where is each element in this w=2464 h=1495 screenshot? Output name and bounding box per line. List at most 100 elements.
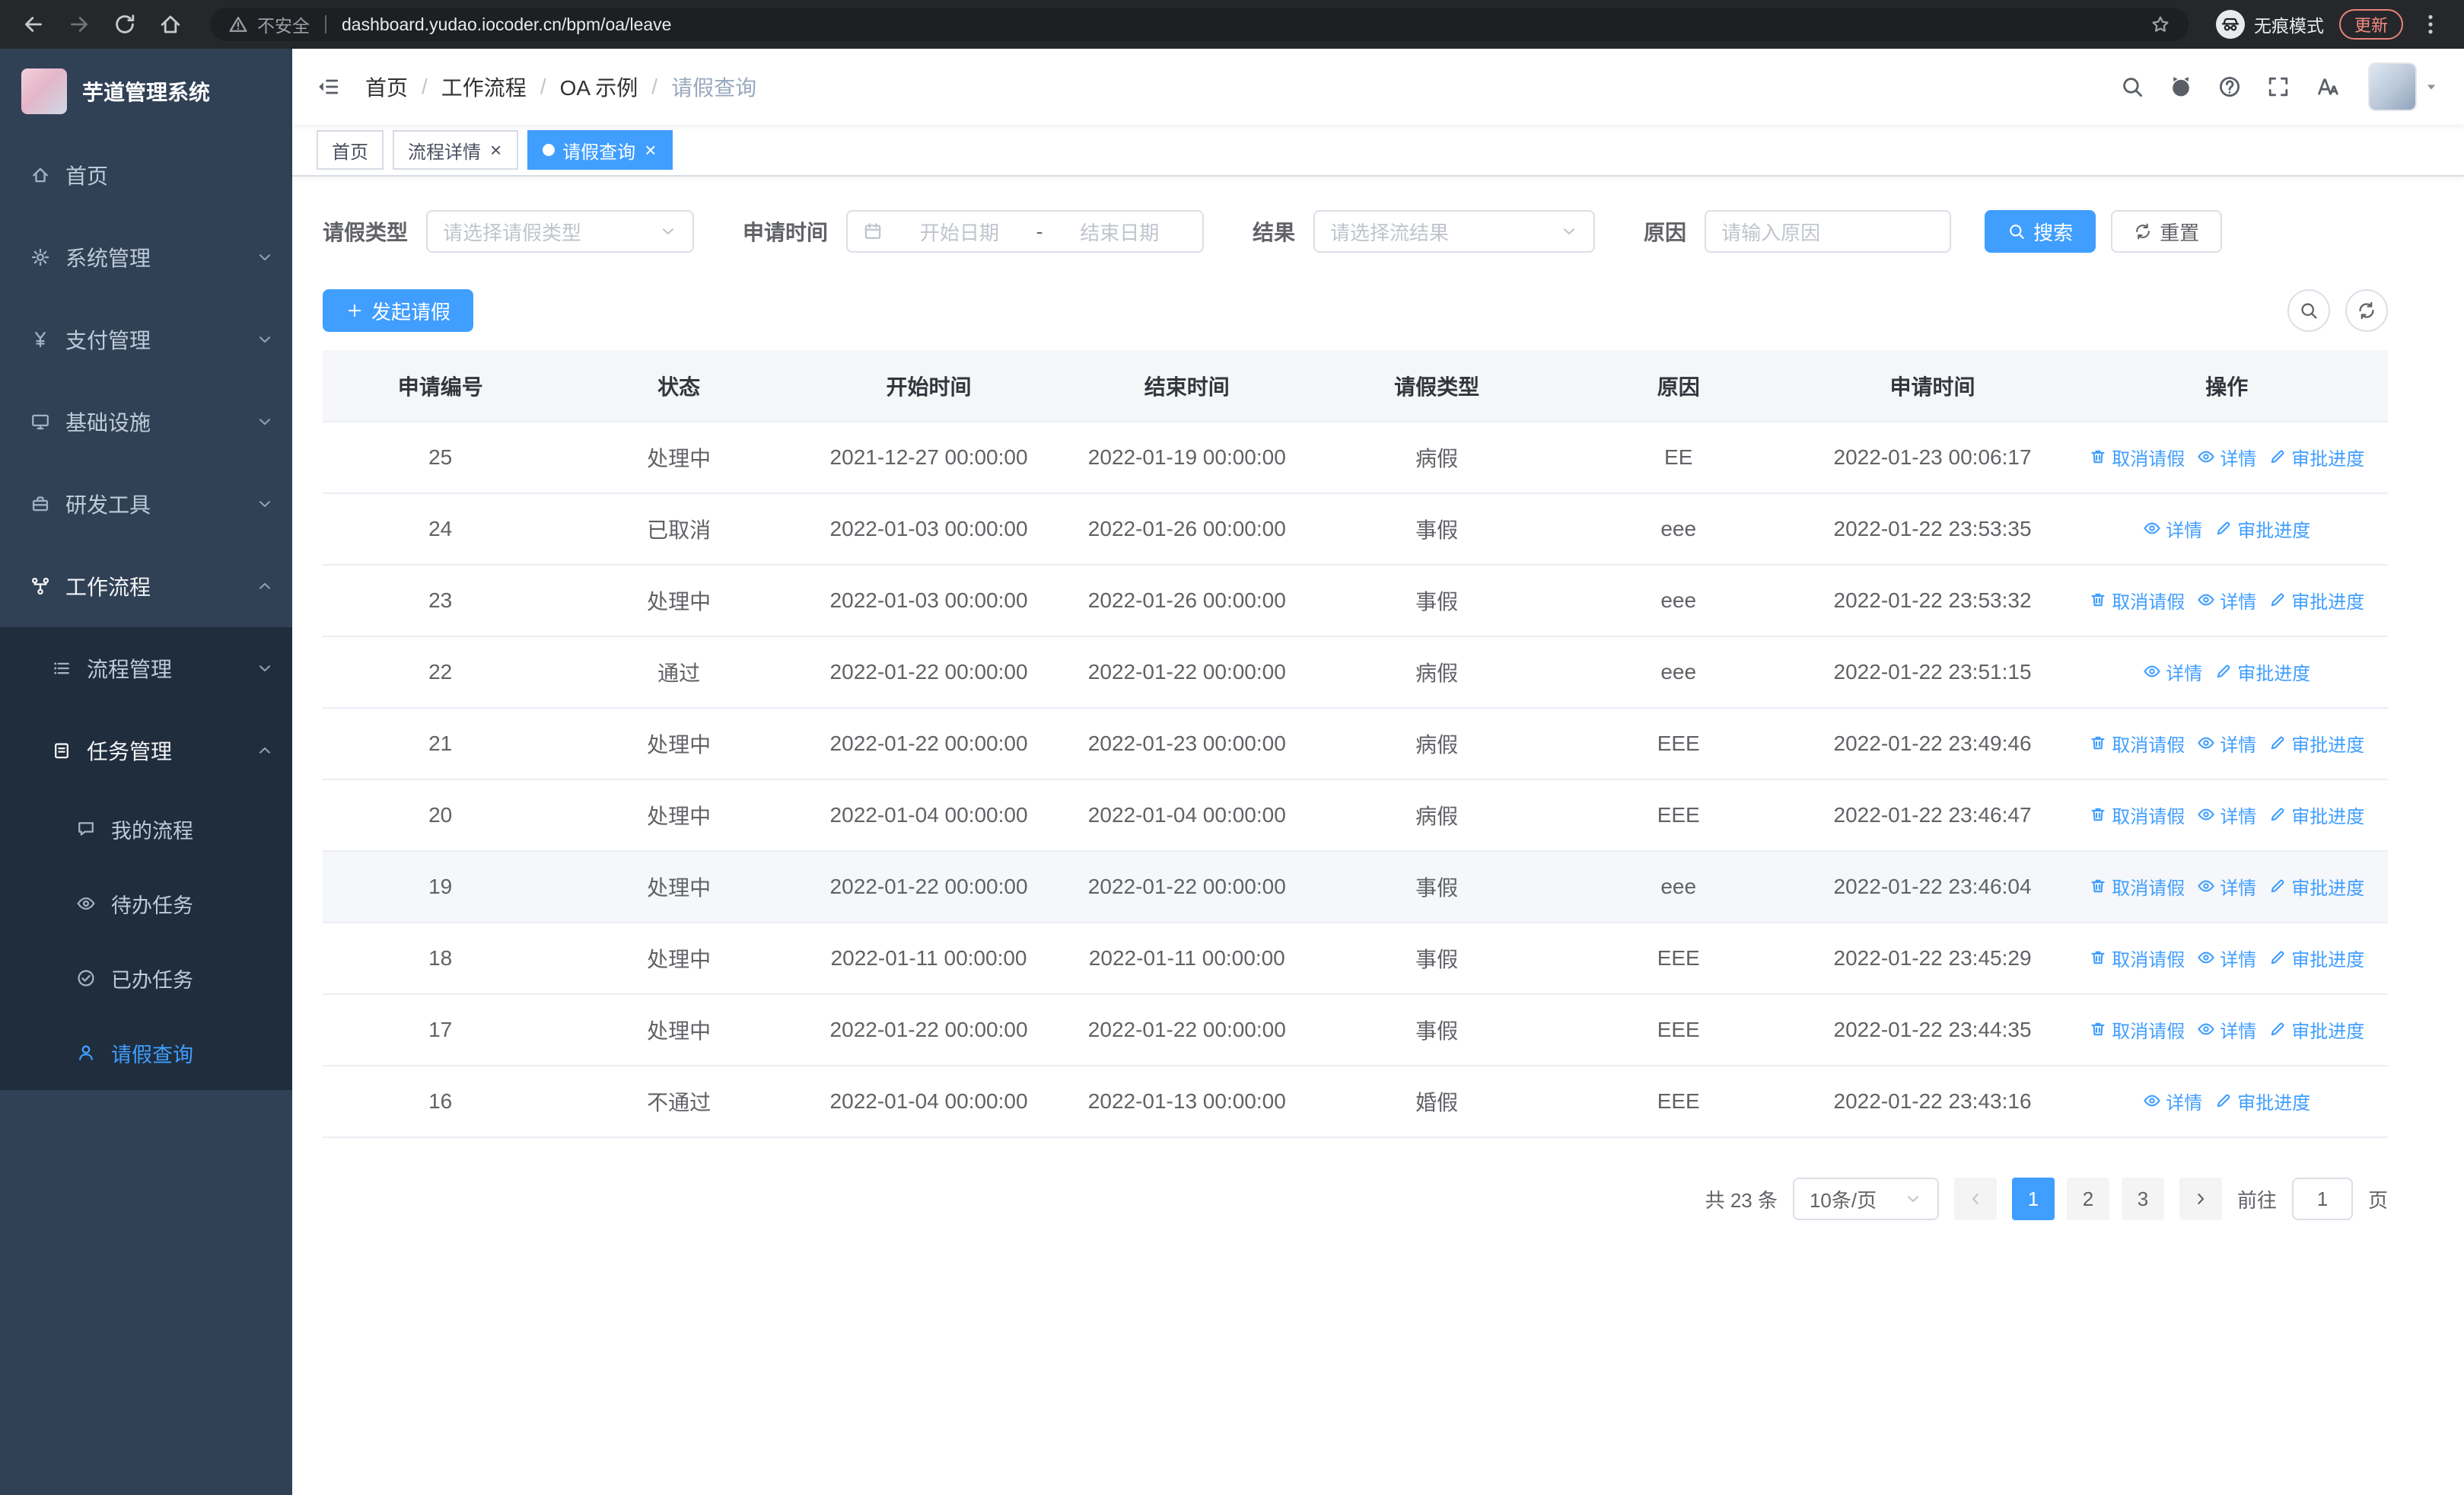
clipboard-icon bbox=[52, 741, 72, 760]
cell-apply-time: 2022-01-22 23:49:46 bbox=[1799, 708, 2066, 780]
approval-progress-link[interactable]: 审批进度 bbox=[2268, 444, 2364, 470]
column-header: 开始时间 bbox=[799, 350, 1059, 422]
detail-link[interactable]: 详情 bbox=[2197, 730, 2256, 757]
detail-link[interactable]: 详情 bbox=[2197, 1016, 2256, 1043]
search-button[interactable]: 搜索 bbox=[1985, 210, 2096, 253]
approval-progress-link[interactable]: 审批进度 bbox=[2268, 873, 2364, 900]
approval-progress-link[interactable]: 审批进度 bbox=[2214, 658, 2310, 685]
breadcrumb-item[interactable]: 首页 bbox=[365, 72, 408, 102]
approval-progress-link[interactable]: 审批进度 bbox=[2268, 1016, 2364, 1043]
tab-leave-query[interactable]: 请假查询 × bbox=[527, 130, 673, 170]
sidebar-item-task-mgmt[interactable]: 任务管理 bbox=[0, 709, 292, 792]
search-icon bbox=[2120, 75, 2144, 99]
eye-icon bbox=[76, 894, 96, 913]
cell-start-time: 2022-01-22 00:00:00 bbox=[799, 851, 1059, 923]
cell-apply-time: 2022-01-22 23:46:47 bbox=[1799, 779, 2066, 852]
page-size-select[interactable]: 10条/页 bbox=[1792, 1178, 1939, 1220]
url-divider bbox=[325, 15, 326, 33]
reset-button[interactable]: 重置 bbox=[2111, 210, 2223, 253]
address-bar[interactable]: 不安全 dashboard.yudao.iocoder.cn/bpm/oa/le… bbox=[210, 8, 2189, 41]
sidebar-item-system[interactable]: 系统管理 bbox=[0, 216, 292, 298]
sidebar-item-process-mgmt[interactable]: 流程管理 bbox=[0, 627, 292, 709]
sidebar-item-infra[interactable]: 基础设施 bbox=[0, 381, 292, 463]
fullscreen-button[interactable] bbox=[2254, 56, 2303, 117]
tab-process-detail[interactable]: 流程详情 × bbox=[393, 130, 519, 170]
sidebar-item-workflow[interactable]: 工作流程 bbox=[0, 545, 292, 627]
detail-link[interactable]: 详情 bbox=[2197, 945, 2256, 971]
font-size-button[interactable] bbox=[2303, 56, 2351, 117]
sidebar-item-home[interactable]: 首页 bbox=[0, 134, 292, 216]
trash-icon bbox=[2089, 1020, 2107, 1038]
cancel-leave-link[interactable]: 取消请假 bbox=[2089, 1016, 2185, 1043]
url-text[interactable]: dashboard.yudao.iocoder.cn/bpm/oa/leave bbox=[342, 14, 671, 35]
browser-update-chip[interactable]: 更新 bbox=[2338, 9, 2403, 40]
goto-page-input[interactable] bbox=[2291, 1178, 2353, 1220]
toggle-search-button[interactable] bbox=[2287, 289, 2330, 332]
page-button-2[interactable]: 2 bbox=[2066, 1178, 2109, 1220]
tags-bar: 首页 流程详情 × 请假查询 × bbox=[292, 125, 2464, 177]
next-page-button[interactable] bbox=[2179, 1178, 2222, 1220]
detail-link[interactable]: 详情 bbox=[2143, 658, 2202, 685]
prev-page-button[interactable] bbox=[1953, 1178, 1997, 1220]
question-button[interactable] bbox=[2205, 56, 2254, 117]
detail-link[interactable]: 详情 bbox=[2197, 873, 2256, 900]
breadcrumb-item[interactable]: OA 示例 bbox=[560, 72, 638, 102]
approval-progress-link[interactable]: 审批进度 bbox=[2268, 945, 2364, 971]
cancel-leave-link[interactable]: 取消请假 bbox=[2089, 873, 2185, 900]
refresh-table-button[interactable] bbox=[2345, 289, 2388, 332]
browser-home-button[interactable] bbox=[152, 6, 189, 43]
reload-icon bbox=[113, 12, 137, 37]
detail-link[interactable]: 详情 bbox=[2143, 1088, 2202, 1114]
cancel-leave-link[interactable]: 取消请假 bbox=[2089, 945, 2185, 971]
apply-time-range-picker[interactable]: 开始日期 - 结束日期 bbox=[846, 210, 1205, 253]
cancel-leave-label: 取消请假 bbox=[2112, 735, 2185, 756]
cell-start-time: 2022-01-11 00:00:00 bbox=[799, 923, 1059, 995]
cancel-leave-link[interactable]: 取消请假 bbox=[2089, 587, 2185, 614]
sidebar-toggle-button[interactable] bbox=[317, 75, 341, 99]
result-select[interactable]: 请选择流结果 bbox=[1313, 210, 1596, 253]
page-button-3[interactable]: 3 bbox=[2121, 1178, 2164, 1220]
sidebar-item-label: 流程管理 bbox=[87, 658, 173, 681]
navbar-actions bbox=[2108, 56, 2440, 117]
detail-link[interactable]: 详情 bbox=[2197, 802, 2256, 828]
sidebar-item-done-tasks[interactable]: 已办任务 bbox=[0, 941, 292, 1015]
cancel-leave-link[interactable]: 取消请假 bbox=[2089, 730, 2185, 757]
security-label[interactable]: 不安全 bbox=[257, 11, 310, 37]
reason-input[interactable]: 请输入原因 bbox=[1705, 210, 1952, 253]
tab-close-icon[interactable]: × bbox=[489, 140, 503, 160]
browser-menu-button[interactable] bbox=[2412, 6, 2449, 43]
sidebar-item-leave-query[interactable]: 请假查询 bbox=[0, 1015, 292, 1090]
leave-type-select[interactable]: 请选择请假类型 bbox=[426, 210, 695, 253]
create-leave-button[interactable]: 发起请假 bbox=[323, 289, 474, 332]
eye-icon bbox=[2197, 734, 2215, 752]
sidebar-item-payment[interactable]: 支付管理 bbox=[0, 298, 292, 381]
tab-home[interactable]: 首页 bbox=[317, 130, 384, 170]
start-date-input[interactable]: 开始日期 bbox=[892, 218, 1027, 246]
tab-close-icon[interactable]: × bbox=[643, 140, 657, 160]
bookmark-star-icon[interactable] bbox=[2150, 14, 2170, 34]
sidebar-item-devtools[interactable]: 研发工具 bbox=[0, 463, 292, 545]
cancel-leave-link[interactable]: 取消请假 bbox=[2089, 444, 2185, 470]
user-menu[interactable] bbox=[2370, 64, 2440, 110]
detail-link[interactable]: 详情 bbox=[2197, 444, 2256, 470]
approval-progress-link[interactable]: 审批进度 bbox=[2214, 515, 2310, 542]
browser-reload-button[interactable] bbox=[107, 6, 143, 43]
cancel-leave-link[interactable]: 取消请假 bbox=[2089, 802, 2185, 828]
end-date-input[interactable]: 结束日期 bbox=[1052, 218, 1187, 246]
github-button[interactable] bbox=[2157, 56, 2205, 117]
app-logo[interactable]: 芋道管理系统 bbox=[0, 49, 292, 134]
detail-link[interactable]: 详情 bbox=[2197, 587, 2256, 614]
approval-progress-link[interactable]: 审批进度 bbox=[2268, 802, 2364, 828]
approval-progress-link[interactable]: 审批进度 bbox=[2268, 730, 2364, 757]
sidebar-item-my-process[interactable]: 我的流程 bbox=[0, 792, 292, 866]
detail-link[interactable]: 详情 bbox=[2143, 515, 2202, 542]
approval-progress-link[interactable]: 审批进度 bbox=[2268, 587, 2364, 614]
breadcrumb-item[interactable]: 工作流程 bbox=[441, 72, 527, 102]
cancel-leave-label: 取消请假 bbox=[2112, 806, 2185, 827]
sidebar-item-todo-tasks[interactable]: 待办任务 bbox=[0, 866, 292, 941]
approval-progress-link[interactable]: 审批进度 bbox=[2214, 1088, 2310, 1114]
search-button[interactable] bbox=[2108, 56, 2157, 117]
browser-forward-button[interactable] bbox=[61, 6, 97, 43]
page-button-1[interactable]: 1 bbox=[2011, 1178, 2055, 1220]
browser-back-button[interactable] bbox=[15, 6, 52, 43]
